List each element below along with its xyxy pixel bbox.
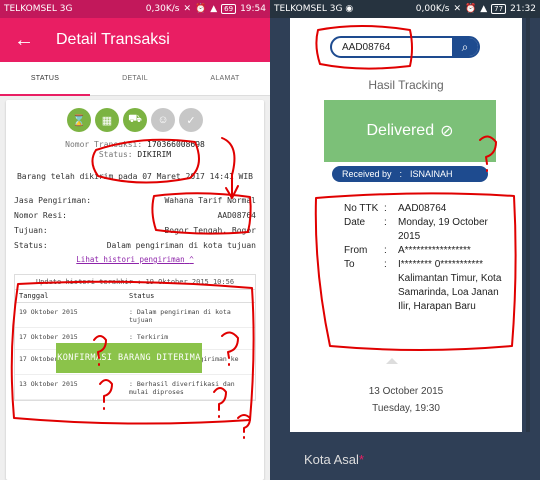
status-label: Status: [98,150,133,159]
battery-icon: 69 [221,4,237,14]
transaction-card: ⌛ ▦ ⛟ ☺ ✓ Nomor Transaksi: 170366008698 … [6,100,264,480]
right-phone-screen: TELKOMSEL 3G ◉ 0,00K/s ✕ ⏰ ▲ 77 21:32 AA… [270,0,540,480]
tracking-date: 13 October 2015 Tuesday, 19:30 [368,386,444,414]
search-bar[interactable]: AAD08764 ⌕ [330,36,480,58]
sent-date-text: Barang telah dikirim pada 07 Maret 2017 … [16,172,253,181]
mute-icon: ✕ [183,4,191,14]
search-icon[interactable]: ⌕ [452,38,478,56]
tab-alamat[interactable]: ALAMAT [180,62,270,95]
tracking-details: No TTK : AAD08764 Date : Monday, 19 Octo… [344,202,508,314]
check-circle-icon: ⊘ [440,123,454,140]
delivered-badge: Delivered ⊘ [324,100,496,162]
info-row-receipt: Nomor Resi: AAD08764 [14,211,256,220]
signal-icon: ▲ [210,4,218,14]
history-link[interactable]: Lihat histori pengiriman ^ [6,255,264,264]
left-phone-screen: TELKOMSEL 3G 0,30K/s ✕ ⏰ ▲ 69 19:54 ← De… [0,0,270,480]
tracking-row: To : I******** 0*********** Kalimantan T… [344,259,502,312]
alarm-icon: ⏰ [195,4,207,14]
transaction-number: 170366008698 [147,140,205,149]
carrier-label: TELKOMSEL 3G [274,4,343,14]
kota-asal-label: Kota Asal* [304,452,364,467]
progress-steps: ⌛ ▦ ⛟ ☺ ✓ [6,108,264,132]
tooltip-arrow [386,358,398,364]
mute-icon: ✕ [453,4,461,14]
chevron-up-icon: ^ [189,255,194,264]
network-speed: 0,00K/s [415,4,450,14]
tab-bar: STATUS DETAIL ALAMAT [0,62,270,96]
whatsapp-icon: ◉ [345,4,354,14]
truck-icon: ⛟ [123,108,147,132]
carrier-label: TELKOMSEL 3G [4,4,73,14]
tracking-card: AAD08764 ⌕ Hasil Tracking Delivered ⊘ Re… [290,18,522,432]
tracking-row: No TTK : AAD08764 [344,203,447,214]
signal-icon: ▲ [480,4,488,14]
confirm-received-button[interactable]: KONFIRMASI BARANG DITERIMA [56,343,202,373]
info-row-destination: Tujuan: Bogor Tengah, Bogor [14,226,256,235]
table-row: 19 Oktober 2015 : Dalam pengiriman di ko… [15,303,255,328]
history-header: Tanggal Status [15,289,255,303]
tab-detail[interactable]: DETAIL [90,62,180,95]
app-bar: ← Detail Transaksi [0,18,270,62]
table-row: 13 Oktober 2015 : Berhasil diverifikasi … [15,375,255,400]
clock: 21:32 [510,4,536,14]
history-updated: Update histori terakhir : 19 Oktober 201… [35,278,235,286]
info-row-status: Status: Dalam pengiriman di kota tujuan [14,241,256,250]
status-value: DIKIRIM [137,150,172,159]
search-input[interactable]: AAD08764 [332,42,452,53]
status-bar: TELKOMSEL 3G ◉ 0,00K/s ✕ ⏰ ▲ 77 21:32 [270,0,540,18]
clock: 19:54 [240,4,266,14]
package-icon: ▦ [95,108,119,132]
checkmark-icon: ✓ [179,108,203,132]
status-bar: TELKOMSEL 3G 0,30K/s ✕ ⏰ ▲ 69 19:54 [0,0,270,18]
transaction-number-label: Nomor Transaksi: [65,140,143,149]
alarm-icon: ⏰ [465,4,477,14]
person-icon: ☺ [151,108,175,132]
battery-icon: 77 [491,4,507,14]
arrow-left-icon[interactable]: ← [14,29,34,52]
network-speed: 0,30K/s [145,4,180,14]
tab-status[interactable]: STATUS [0,62,90,96]
scrollbar[interactable] [526,18,530,432]
tracking-row: From : A***************** [344,245,471,256]
info-row-courier: Jasa Pengiriman: Wahana Tarif Normal [14,196,256,205]
tracking-row: Date : Monday, 19 October 2015 [344,217,488,242]
shipment-info: Jasa Pengiriman: Wahana Tarif Normal Nom… [6,193,264,253]
hourglass-icon: ⌛ [67,108,91,132]
received-by-bar: Received by : ISNAINAH [332,166,488,182]
page-title: Detail Transaksi [56,31,170,48]
tracking-title: Hasil Tracking [368,78,444,92]
history-table: Update histori terakhir : 19 Oktober 201… [14,274,256,401]
